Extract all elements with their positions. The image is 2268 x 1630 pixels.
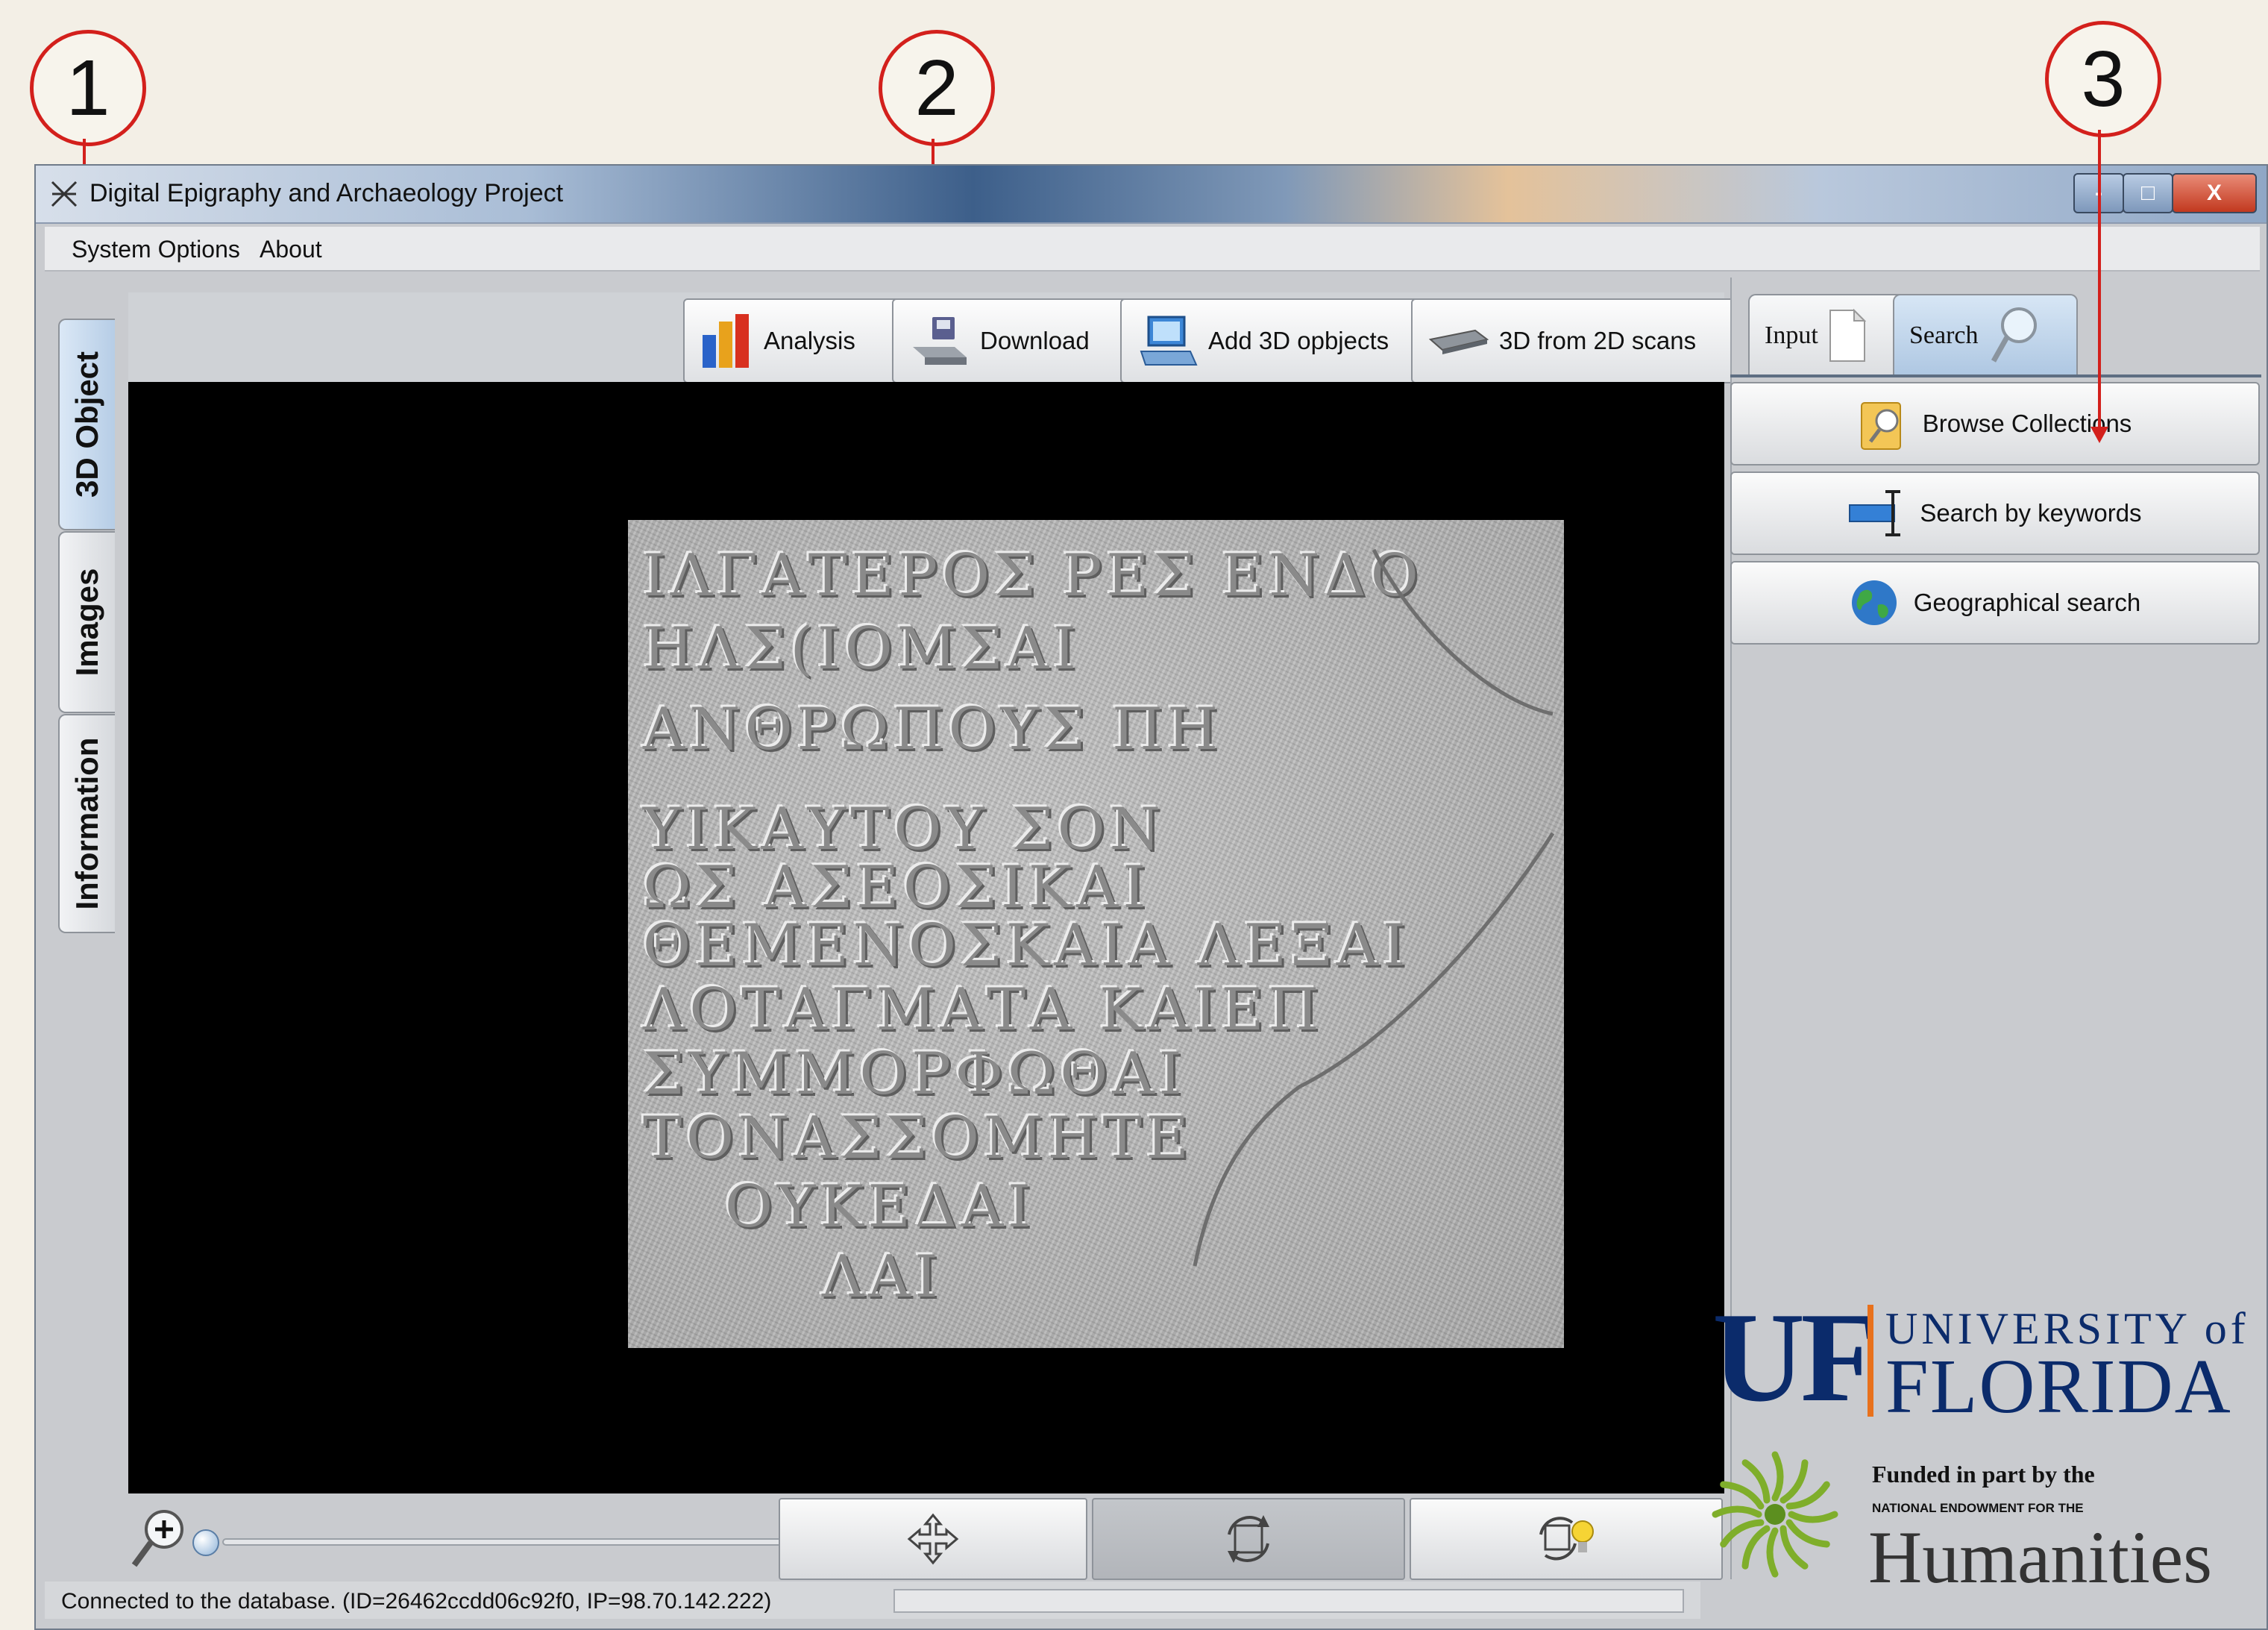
- uf-logo: UF UNIVERSITY of FLORIDA: [1712, 1287, 2246, 1436]
- magnifier-icon: [1991, 307, 2037, 363]
- move-button[interactable]: [779, 1498, 1087, 1580]
- tab-information[interactable]: Information: [58, 714, 115, 933]
- app-logo-icon: [51, 181, 78, 207]
- zoom-slider-track[interactable]: [222, 1538, 804, 1546]
- callout-3-arrow: [2098, 130, 2101, 428]
- uf-letters: UF: [1712, 1287, 1879, 1429]
- stone-crack-lines: [1193, 548, 1555, 1267]
- status-progress-bar: [893, 1589, 1684, 1613]
- neh-funded-text: Funded in part by the: [1872, 1461, 2095, 1488]
- tab-input-label: Input: [1765, 322, 1818, 349]
- add-3d-objects-label: Add 3D opbjects: [1208, 327, 1389, 354]
- neh-logo: Funded in part by the NATIONAL ENDOWMENT…: [1708, 1440, 2267, 1599]
- tab-separator: [1730, 374, 2261, 377]
- zoom-slider-knob[interactable]: [192, 1529, 219, 1556]
- download-button[interactable]: Download: [892, 298, 1149, 383]
- tab-search[interactable]: Search: [1893, 294, 2078, 376]
- neh-flower-icon: [1712, 1451, 1838, 1578]
- zoom-in-icon[interactable]: [130, 1505, 189, 1570]
- 3d-from-2d-scans-label: 3D from 2D scans: [1499, 327, 1697, 354]
- callout-1: 1: [30, 30, 146, 146]
- browse-collections-button[interactable]: Browse Collections: [1730, 382, 2260, 466]
- menu-system-options[interactable]: System Options: [72, 236, 240, 263]
- bar-chart-icon: [703, 314, 749, 368]
- neh-national-text: NATIONAL ENDOWMENT FOR THE: [1872, 1501, 2084, 1515]
- menu-about[interactable]: About: [260, 236, 322, 263]
- analysis-button[interactable]: Analysis: [683, 298, 920, 383]
- geographical-search-label: Geographical search: [1913, 589, 2141, 616]
- 3d-viewer[interactable]: ΙΛΓΑΤΕΡΟΣ ΡΕΣ ΕΝΔΟ ΗΛΣ(ΙΟΜΣΑΙ ΑΝΘΡΩΠΟΥΣ …: [128, 382, 1724, 1493]
- 3d-from-2d-scans-button[interactable]: 3D from 2D scans: [1411, 298, 1753, 383]
- maximize-button[interactable]: □: [2123, 173, 2173, 213]
- tab-information-label: Information: [69, 737, 104, 910]
- folder-search-icon: [1860, 402, 1901, 450]
- callout-3: 3: [2045, 21, 2161, 137]
- document-icon: [1829, 309, 1866, 362]
- download-label: Download: [980, 327, 1090, 354]
- close-button[interactable]: X: [2172, 173, 2257, 213]
- tab-3d-object-label: 3D Object: [69, 351, 104, 498]
- search-by-keywords-label: Search by keywords: [1920, 499, 2142, 527]
- connection-status: Connected to the database. (ID=26462ccdd…: [61, 1589, 772, 1614]
- window-title: Digital Epigraphy and Archaeology Projec…: [89, 179, 564, 207]
- tab-3d-object[interactable]: 3D Object: [58, 319, 115, 530]
- inscription-stone-model[interactable]: ΙΛΓΑΤΕΡΟΣ ΡΕΣ ΕΝΔΟ ΗΛΣ(ΙΟΜΣΑΙ ΑΝΘΡΩΠΟΥΣ …: [628, 520, 1564, 1348]
- callout-2: 2: [879, 30, 995, 146]
- tab-images-label: Images: [69, 568, 104, 677]
- uf-florida: FLORIDA: [1885, 1344, 2232, 1429]
- tab-images[interactable]: Images: [58, 531, 115, 713]
- rotate-icon: [1228, 1515, 1269, 1563]
- rotate-button[interactable]: [1092, 1498, 1405, 1580]
- download-drive-icon: [913, 317, 967, 365]
- rotate-light-button[interactable]: [1410, 1498, 1723, 1580]
- callout-3-arrowhead: [2090, 427, 2108, 443]
- rotate-light-icon: [1539, 1517, 1594, 1561]
- text-cursor-icon: [1849, 490, 1901, 536]
- add-3d-objects-button[interactable]: Add 3D opbjects: [1120, 298, 1439, 383]
- title-bar: Digital Epigraphy and Archaeology Projec…: [36, 166, 2267, 224]
- globe-icon: [1851, 580, 1897, 625]
- search-by-keywords-button[interactable]: Search by keywords: [1730, 471, 2260, 555]
- uf-divider: [1868, 1305, 1873, 1417]
- add-object-computer-icon: [1140, 316, 1198, 366]
- move-arrows-icon: [907, 1513, 959, 1565]
- analysis-label: Analysis: [764, 327, 855, 354]
- tab-search-label: Search: [1909, 322, 1979, 349]
- scanner-icon: [1429, 329, 1489, 354]
- menu-bar: System Options About: [45, 227, 2260, 272]
- neh-humanities-text: Humanities: [1868, 1516, 2213, 1599]
- geographical-search-button[interactable]: Geographical search: [1730, 561, 2260, 645]
